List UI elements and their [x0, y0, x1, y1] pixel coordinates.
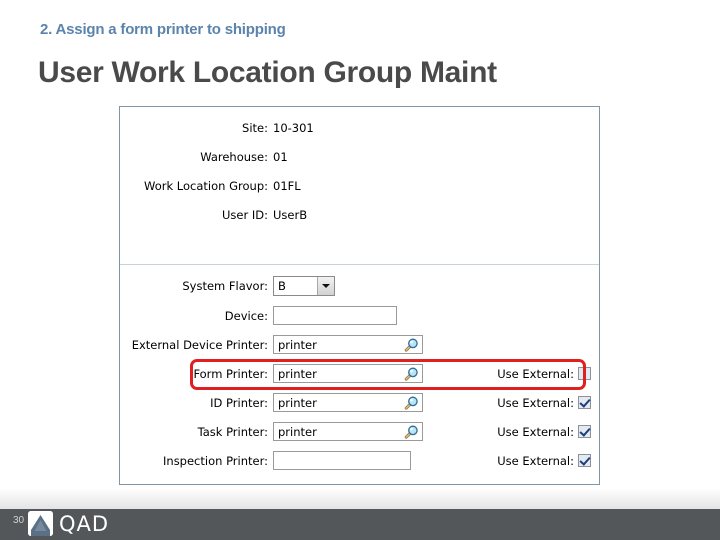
- id-printer-use-external-checkbox[interactable]: [578, 396, 591, 409]
- device-label: Device:: [224, 308, 268, 323]
- field-row-user-id: User ID: UserB: [120, 200, 599, 229]
- system-flavor-label: System Flavor:: [182, 279, 268, 293]
- page-title: User Work Location Group Maint: [38, 56, 497, 89]
- inspection-printer-use-external-label: Use External:: [497, 453, 574, 468]
- page-number: 30: [13, 515, 25, 526]
- slide-subtitle: 2. Assign a form printer to shipping: [40, 21, 286, 38]
- task-printer-value: printer: [278, 424, 317, 439]
- site-label: Site:: [242, 120, 268, 135]
- work-location-group-label: Work Location Group:: [144, 178, 268, 193]
- device-input[interactable]: [273, 306, 397, 325]
- printer-settings-section: System Flavor: B Device: External Device…: [120, 271, 599, 475]
- chevron-down-icon[interactable]: [317, 277, 334, 295]
- field-row-device: Device:: [120, 301, 599, 330]
- qad-wordmark: QAD: [59, 511, 110, 536]
- form-printer-use-external-label: Use External:: [497, 366, 574, 381]
- form-printer-value: printer: [278, 366, 317, 381]
- form-printer-input[interactable]: printer: [273, 364, 423, 383]
- lookup-magnifier-icon[interactable]: [403, 337, 419, 353]
- system-flavor-select[interactable]: B: [273, 276, 335, 296]
- inspection-printer-input[interactable]: [273, 451, 411, 470]
- external-device-printer-label: External Device Printer:: [131, 337, 268, 352]
- field-row-system-flavor: System Flavor: B: [120, 271, 599, 301]
- site-value: 10-301: [273, 120, 314, 135]
- form-printer-label: Form Printer:: [193, 366, 268, 381]
- id-printer-input[interactable]: printer: [273, 393, 423, 412]
- task-printer-use-external-label: Use External:: [497, 424, 574, 439]
- system-flavor-value: B: [278, 279, 286, 293]
- inspection-printer-use-external-group: Use External:: [497, 454, 591, 468]
- warehouse-value: 01: [273, 149, 288, 164]
- id-printer-use-external-label: Use External:: [497, 395, 574, 410]
- external-device-printer-value: printer: [278, 337, 317, 352]
- field-row-site: Site: 10-301: [120, 113, 599, 142]
- id-printer-label: ID Printer:: [210, 395, 268, 410]
- work-location-group-value: 01FL: [273, 178, 301, 193]
- field-row-inspection-printer: Inspection Printer: Use External:: [120, 446, 599, 475]
- lookup-magnifier-icon[interactable]: [403, 366, 419, 382]
- footer-gradient: [0, 488, 720, 509]
- field-row-warehouse: Warehouse: 01: [120, 142, 599, 171]
- external-device-printer-input[interactable]: printer: [273, 335, 423, 354]
- lookup-magnifier-icon[interactable]: [403, 424, 419, 440]
- user-id-label: User ID:: [222, 207, 268, 222]
- task-printer-input[interactable]: printer: [273, 422, 423, 441]
- id-printer-use-external-group: Use External:: [497, 396, 591, 410]
- qad-logo: QAD: [28, 511, 109, 536]
- inspection-printer-use-external-checkbox[interactable]: [578, 454, 591, 467]
- warehouse-label: Warehouse:: [200, 149, 268, 164]
- task-printer-label: Task Printer:: [197, 424, 268, 439]
- lookup-magnifier-icon[interactable]: [403, 395, 419, 411]
- task-printer-use-external-group: Use External:: [497, 425, 591, 439]
- inspection-printer-label: Inspection Printer:: [163, 453, 268, 468]
- field-row-id-printer: ID Printer: printer Use External:: [120, 388, 599, 417]
- field-row-external-device-printer: External Device Printer: printer: [120, 330, 599, 359]
- field-row-form-printer: Form Printer: printer Use External:: [120, 359, 599, 388]
- qad-shield-icon: [28, 511, 53, 536]
- app-screenshot-panel: Site: 10-301 Warehouse: 01 Work Location…: [119, 106, 600, 485]
- field-row-work-location-group: Work Location Group: 01FL: [120, 171, 599, 200]
- user-id-value: UserB: [273, 207, 308, 222]
- id-printer-value: printer: [278, 395, 317, 410]
- header-fields-section: Site: 10-301 Warehouse: 01 Work Location…: [120, 113, 599, 265]
- form-printer-use-external-checkbox[interactable]: [578, 367, 591, 380]
- form-printer-use-external-group: Use External:: [497, 367, 591, 381]
- task-printer-use-external-checkbox[interactable]: [578, 425, 591, 438]
- caret-glyph: [322, 284, 330, 288]
- field-row-task-printer: Task Printer: printer Use External:: [120, 417, 599, 446]
